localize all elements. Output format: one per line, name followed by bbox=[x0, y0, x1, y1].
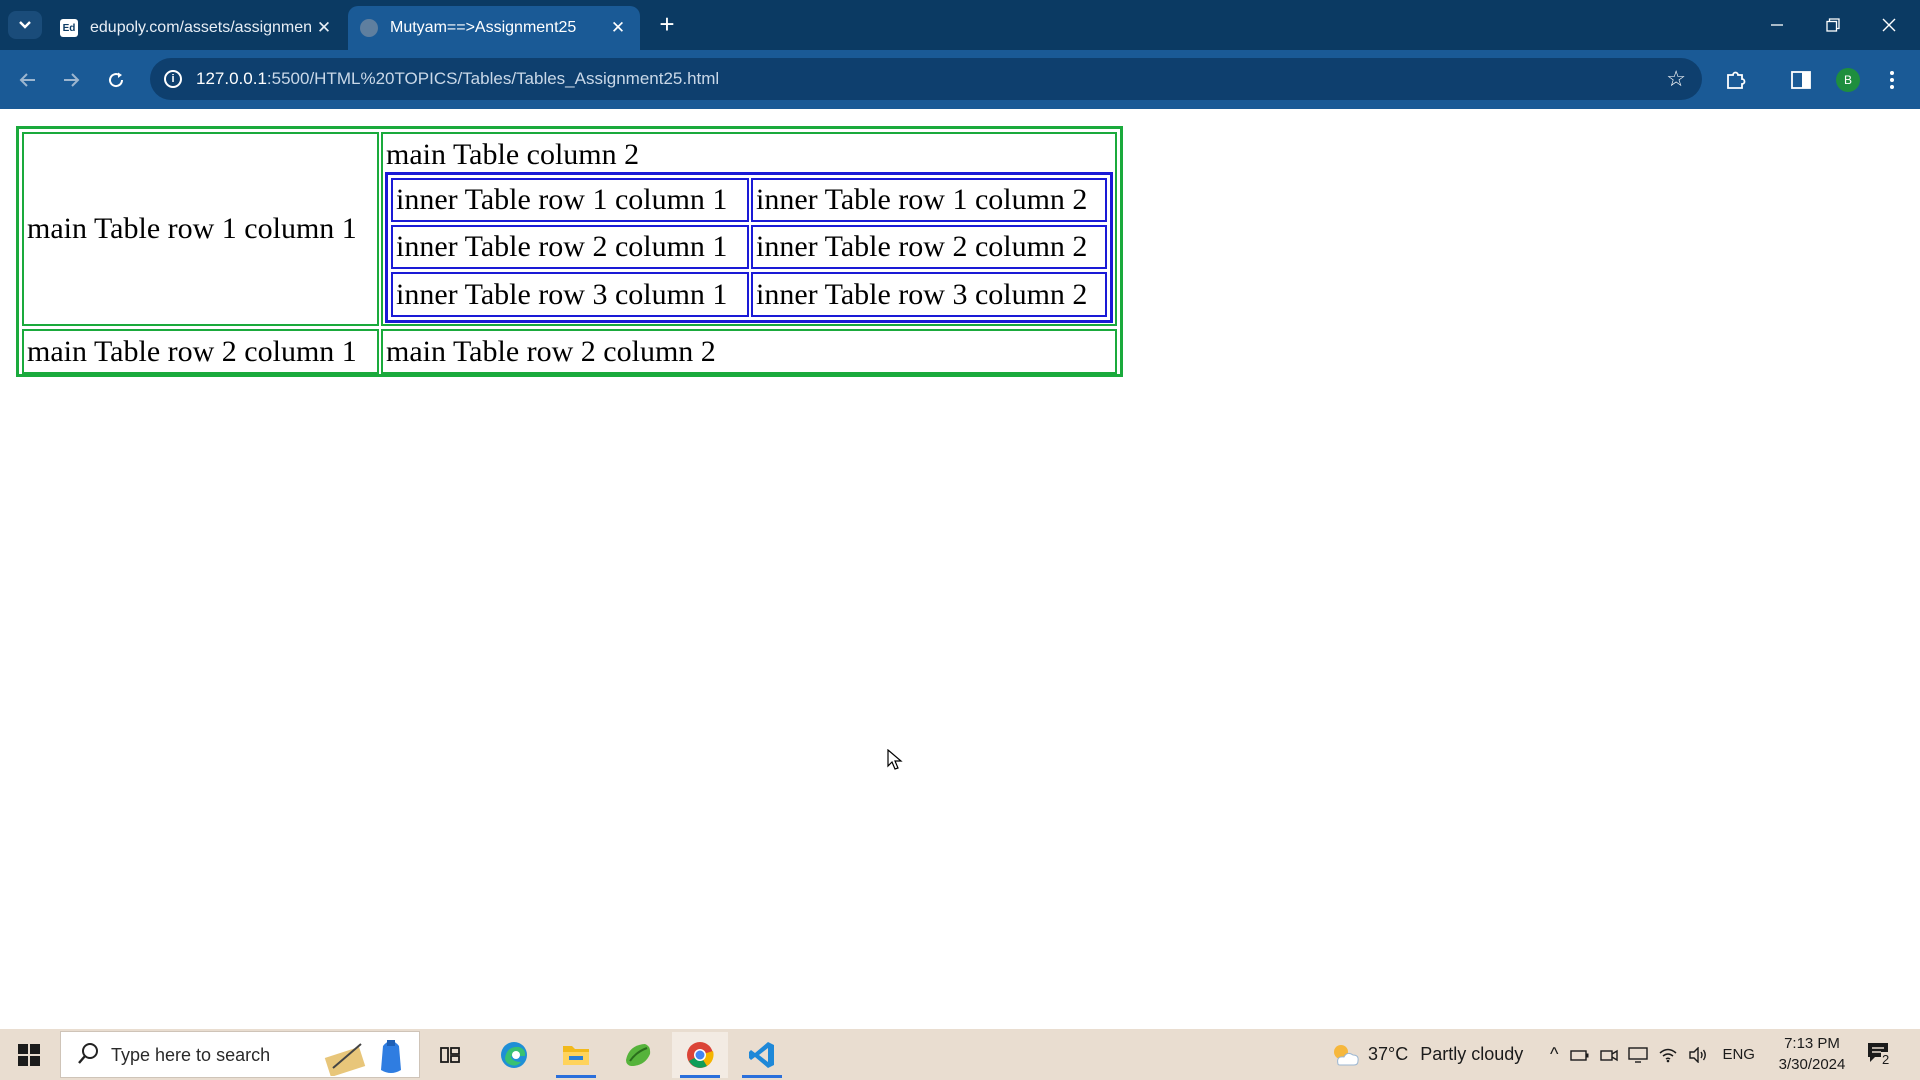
minimize-button[interactable] bbox=[1754, 8, 1800, 42]
more-vertical-icon bbox=[1890, 71, 1894, 89]
taskbar-edge[interactable] bbox=[486, 1032, 542, 1078]
search-icon bbox=[78, 1043, 98, 1064]
notification-center-button[interactable]: 2 bbox=[1866, 1041, 1892, 1067]
taskbar-file-explorer[interactable] bbox=[548, 1032, 604, 1078]
tab-assignment25[interactable]: Mutyam==>Assignment25 ✕ bbox=[348, 6, 640, 50]
inner-table-cell: inner Table row 2 column 2 bbox=[751, 225, 1107, 269]
battery-icon[interactable] bbox=[1570, 1048, 1590, 1062]
vscode-icon bbox=[749, 1042, 774, 1068]
browser-toolbar: i 127.0.0.1:5500/HTML%20TOPICS/Tables/Ta… bbox=[0, 50, 1920, 109]
display-icon[interactable] bbox=[1628, 1046, 1649, 1063]
inner-table-cell: inner Table row 1 column 2 bbox=[751, 178, 1107, 222]
taskbar-vscode[interactable] bbox=[734, 1032, 790, 1078]
tab-search-button[interactable] bbox=[8, 11, 42, 39]
close-icon bbox=[1882, 18, 1896, 32]
main-table-row2-col1: main Table row 2 column 1 bbox=[22, 329, 379, 374]
globe-icon bbox=[360, 19, 378, 37]
puzzle-icon bbox=[1727, 71, 1746, 89]
wifi-icon[interactable] bbox=[1658, 1047, 1678, 1063]
close-icon[interactable]: ✕ bbox=[608, 18, 628, 38]
close-window-button[interactable] bbox=[1866, 8, 1912, 42]
profile-avatar[interactable]: B bbox=[1836, 68, 1860, 92]
inner-table-cell: inner Table row 1 column 1 bbox=[391, 178, 749, 222]
page-content: main Table row 1 column 1 main Table col… bbox=[0, 109, 1920, 1029]
search-highlight-illustration bbox=[324, 1040, 401, 1076]
tab-edupoly[interactable]: Ed edupoly.com/assets/assignmen ✕ bbox=[48, 6, 346, 50]
restore-icon bbox=[1826, 18, 1840, 32]
extensions-button[interactable] bbox=[1720, 64, 1752, 96]
address-bar[interactable]: i 127.0.0.1:5500/HTML%20TOPICS/Tables/Ta… bbox=[150, 58, 1702, 100]
mouse-cursor-icon bbox=[887, 749, 903, 770]
task-view-icon bbox=[440, 1047, 460, 1063]
windows-start-button[interactable] bbox=[18, 1044, 40, 1066]
arrow-left-icon bbox=[19, 73, 35, 87]
language-indicator[interactable]: ENG bbox=[1722, 1046, 1755, 1063]
volume-icon[interactable] bbox=[1688, 1046, 1708, 1063]
show-hidden-icons-chevron-icon[interactable]: ^ bbox=[1550, 1044, 1558, 1065]
main-table: main Table row 1 column 1 main Table col… bbox=[16, 126, 1123, 377]
notification-count-badge: 2 bbox=[1881, 1052, 1891, 1067]
inner-table-cell: inner Table row 2 column 1 bbox=[391, 225, 749, 269]
tab-title: Mutyam==>Assignment25 bbox=[390, 19, 577, 36]
weather-description: Partly cloudy bbox=[1420, 1044, 1524, 1064]
windows-logo-icon bbox=[18, 1044, 28, 1054]
clock-time: 7:13 PM bbox=[1784, 1035, 1840, 1052]
taskbar-clock[interactable]: 7:13 PM 3/30/2024 bbox=[1762, 1033, 1862, 1075]
forward-button[interactable] bbox=[55, 64, 87, 96]
bookmark-star-icon[interactable]: ☆ bbox=[1666, 66, 1686, 92]
weather-widget[interactable]: 37°C Partly cloudy bbox=[1330, 1029, 1523, 1080]
chevron-down-icon bbox=[19, 21, 31, 29]
tab-title: edupoly.com/assets/assignmen bbox=[90, 19, 313, 36]
taskbar-search-box[interactable]: Type here to search bbox=[60, 1031, 420, 1078]
inner-table-cell: inner Table row 3 column 1 bbox=[391, 272, 749, 317]
arrow-right-icon bbox=[64, 73, 80, 87]
main-table-row2-col2: main Table row 2 column 2 bbox=[381, 329, 1117, 374]
back-button[interactable] bbox=[12, 64, 44, 96]
green-app-icon bbox=[626, 1044, 651, 1066]
windows-taskbar: Type here to search 37°C Partly cloudy ^ bbox=[0, 1029, 1920, 1080]
new-tab-button[interactable]: + bbox=[652, 11, 682, 38]
file-explorer-icon bbox=[563, 1046, 589, 1065]
reload-icon bbox=[109, 72, 124, 88]
main-table-row1-col1: main Table row 1 column 1 bbox=[22, 132, 379, 326]
restore-button[interactable] bbox=[1810, 8, 1856, 42]
taskbar-green-app[interactable] bbox=[610, 1032, 666, 1078]
edupoly-favicon: Ed bbox=[60, 19, 78, 37]
browser-menu-button[interactable] bbox=[1876, 64, 1908, 96]
url-text[interactable]: 127.0.0.1:5500/HTML%20TOPICS/Tables/Tabl… bbox=[196, 69, 719, 89]
taskbar-chrome[interactable] bbox=[672, 1032, 728, 1078]
search-placeholder: Type here to search bbox=[111, 1045, 271, 1065]
chrome-icon bbox=[687, 1042, 714, 1068]
close-icon[interactable]: ✕ bbox=[314, 18, 334, 38]
site-info-icon[interactable]: i bbox=[164, 70, 182, 88]
partly-cloudy-icon bbox=[1334, 1044, 1359, 1065]
system-tray-icons: ^ ENG bbox=[1550, 1029, 1755, 1080]
weather-temperature: 37°C bbox=[1368, 1044, 1409, 1064]
edge-icon bbox=[501, 1042, 527, 1068]
inner-table: inner Table row 1 column 1 inner Table r… bbox=[385, 172, 1113, 323]
task-view-button[interactable] bbox=[422, 1032, 478, 1078]
meet-now-icon[interactable] bbox=[1600, 1047, 1619, 1063]
clock-date: 3/30/2024 bbox=[1778, 1056, 1846, 1073]
main-table-col2-header: main Table column 2 bbox=[386, 138, 640, 171]
inner-table-cell: inner Table row 3 column 2 bbox=[751, 272, 1107, 317]
minimize-icon bbox=[1771, 24, 1783, 26]
reload-button[interactable] bbox=[100, 64, 132, 96]
side-panel-icon bbox=[1791, 71, 1811, 89]
browser-tab-bar: Ed edupoly.com/assets/assignmen ✕ Mutyam… bbox=[0, 0, 1920, 50]
side-panel-button[interactable] bbox=[1785, 64, 1817, 96]
